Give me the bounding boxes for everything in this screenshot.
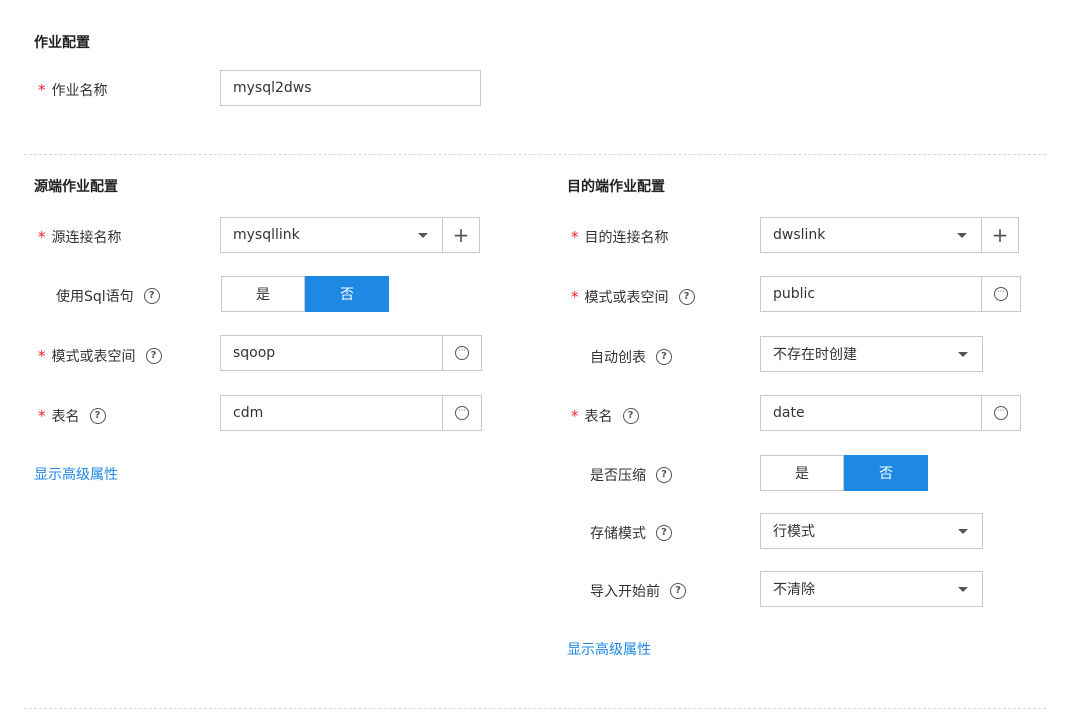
- more-icon: ···: [994, 287, 1008, 301]
- help-icon[interactable]: ?: [670, 583, 686, 599]
- storage-mode-select[interactable]: 行模式: [760, 513, 983, 549]
- chevron-down-icon: [957, 232, 967, 238]
- help-icon[interactable]: ?: [656, 349, 672, 365]
- source-table-label-row: * 表名 ?: [38, 406, 106, 426]
- use-sql-toggle: 是 否: [221, 276, 389, 312]
- before-import-label-row: 导入开始前 ?: [590, 581, 686, 601]
- add-source-connection-button[interactable]: +: [442, 218, 479, 252]
- required-marker: *: [571, 228, 579, 246]
- browse-schema-button[interactable]: ···: [981, 277, 1020, 311]
- source-connection-label-row: * 源连接名称: [38, 227, 122, 247]
- more-icon: ···: [455, 346, 469, 360]
- auto-create-select[interactable]: 不存在时创建: [760, 336, 983, 372]
- job-name-value: mysql2dws: [233, 80, 312, 96]
- help-icon[interactable]: ?: [656, 467, 672, 483]
- chevron-down-icon: [958, 351, 968, 357]
- required-marker: *: [38, 228, 46, 246]
- target-table-value: date: [773, 405, 805, 421]
- compress-yes-option[interactable]: 是: [760, 455, 844, 491]
- source-schema-label: 模式或表空间: [51, 349, 136, 365]
- target-schema-label: 模式或表空间: [584, 290, 669, 306]
- storage-label: 存储模式: [590, 526, 646, 542]
- storage-label-row: 存储模式 ?: [590, 523, 672, 543]
- job-name-input[interactable]: mysql2dws: [220, 70, 481, 106]
- source-schema-input[interactable]: sqoop ···: [220, 335, 482, 371]
- help-icon[interactable]: ?: [145, 348, 162, 364]
- divider-top: [24, 154, 1046, 155]
- job-config-title: 作业配置: [34, 35, 90, 51]
- auto-create-label: 自动创表: [590, 350, 646, 366]
- source-connection-select[interactable]: mysqllink +: [220, 217, 480, 253]
- target-table-label: 表名: [584, 409, 613, 425]
- source-config-title: 源端作业配置: [34, 179, 118, 195]
- source-connection-value: mysqllink: [233, 227, 300, 243]
- more-icon: ···: [455, 406, 469, 420]
- target-connection-label-row: * 目的连接名称: [571, 227, 669, 247]
- compress-no-option[interactable]: 否: [844, 455, 928, 491]
- target-config-title: 目的端作业配置: [567, 179, 665, 195]
- required-marker: *: [38, 407, 46, 425]
- target-connection-value: dwslink: [773, 227, 826, 243]
- source-connection-label: 源连接名称: [51, 230, 122, 246]
- job-name-label-row: * 作业名称: [38, 80, 108, 100]
- browse-table-button[interactable]: ···: [442, 396, 481, 430]
- add-target-connection-button[interactable]: +: [981, 218, 1018, 252]
- use-sql-label: 使用Sql语句: [56, 289, 134, 305]
- help-icon[interactable]: ?: [622, 408, 639, 424]
- chevron-down-icon: [958, 528, 968, 534]
- help-icon[interactable]: ?: [656, 525, 672, 541]
- use-sql-yes-option[interactable]: 是: [221, 276, 305, 312]
- use-sql-label-row: 使用Sql语句 ?: [56, 286, 160, 306]
- target-schema-input[interactable]: public ···: [760, 276, 1021, 312]
- use-sql-no-option[interactable]: 否: [305, 276, 389, 312]
- compress-label: 是否压缩: [590, 468, 646, 484]
- chevron-down-icon: [958, 586, 968, 592]
- target-table-input[interactable]: date ···: [760, 395, 1021, 431]
- target-connection-select[interactable]: dwslink +: [760, 217, 1019, 253]
- auto-create-label-row: 自动创表 ?: [590, 347, 672, 367]
- required-marker: *: [571, 288, 579, 306]
- required-marker: *: [571, 407, 579, 425]
- target-schema-value: public: [773, 286, 816, 302]
- source-schema-value: sqoop: [233, 345, 276, 361]
- auto-create-value: 不存在时创建: [773, 347, 857, 363]
- before-import-select[interactable]: 不清除: [760, 571, 983, 607]
- target-table-label-row: * 表名 ?: [571, 406, 639, 426]
- before-import-label: 导入开始前: [590, 584, 660, 600]
- chevron-down-icon: [418, 232, 428, 238]
- source-table-input[interactable]: cdm ···: [220, 395, 482, 431]
- help-icon[interactable]: ?: [678, 289, 695, 305]
- job-name-label: 作业名称: [51, 83, 108, 99]
- browse-schema-button[interactable]: ···: [442, 336, 481, 370]
- target-schema-label-row: * 模式或表空间 ?: [571, 287, 695, 307]
- target-connection-label: 目的连接名称: [584, 230, 669, 246]
- help-icon[interactable]: ?: [143, 288, 160, 304]
- plus-icon: +: [991, 223, 1009, 247]
- compress-label-row: 是否压缩 ?: [590, 465, 672, 485]
- required-marker: *: [38, 347, 46, 365]
- help-icon[interactable]: ?: [89, 408, 106, 424]
- storage-mode-value: 行模式: [773, 524, 815, 540]
- required-marker: *: [38, 81, 46, 99]
- divider-bottom: [24, 708, 1046, 709]
- source-show-advanced-link[interactable]: 显示高级属性: [34, 464, 118, 484]
- source-schema-label-row: * 模式或表空间 ?: [38, 346, 162, 366]
- compress-toggle: 是 否: [760, 455, 928, 491]
- source-table-value: cdm: [233, 405, 264, 421]
- source-table-label: 表名: [51, 409, 80, 425]
- more-icon: ···: [994, 406, 1008, 420]
- plus-icon: +: [452, 223, 470, 247]
- target-show-advanced-link[interactable]: 显示高级属性: [567, 639, 651, 659]
- browse-table-button[interactable]: ···: [981, 396, 1020, 430]
- before-import-value: 不清除: [773, 582, 815, 598]
